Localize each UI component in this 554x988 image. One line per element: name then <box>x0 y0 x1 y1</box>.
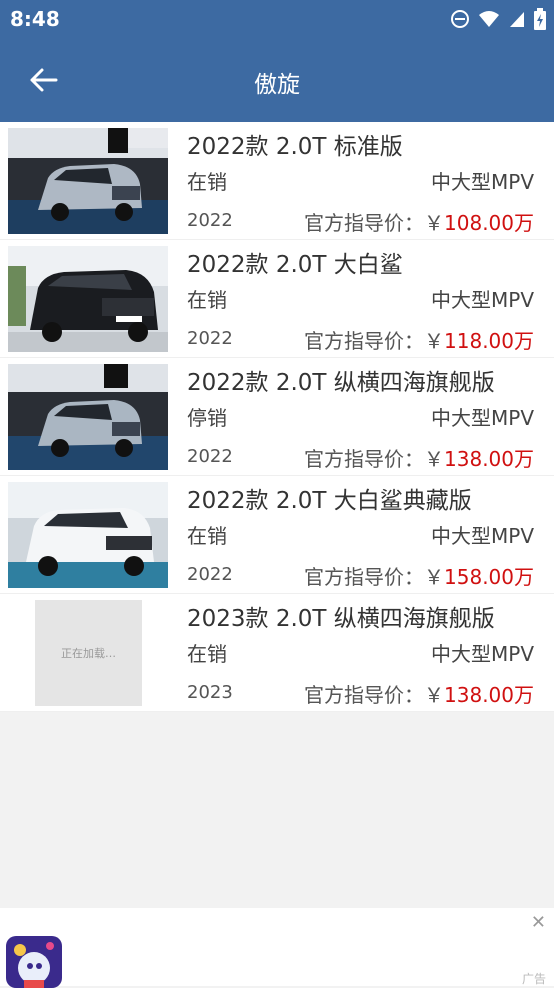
car-list-item[interactable]: 2022款 2.0T 标准版 在销 中大型MPV 2022 官方指导价：￥108… <box>0 122 554 240</box>
guide-price: 官方指导价：￥118.00万 <box>304 325 534 354</box>
car-year: 2022 <box>187 564 233 585</box>
car-list: 2022款 2.0T 标准版 在销 中大型MPV 2022 官方指导价：￥108… <box>0 122 554 712</box>
guide-price: 官方指导价：￥108.00万 <box>304 207 534 236</box>
price-label: 官方指导价：￥ <box>304 211 445 235</box>
price-label: 官方指导价：￥ <box>304 447 445 471</box>
car-year: 2023 <box>187 682 233 703</box>
car-list-item[interactable]: 2022款 2.0T 大白鲨典藏版 在销 中大型MPV 2022 官方指导价：￥… <box>0 476 554 594</box>
do-not-disturb-icon <box>450 9 470 29</box>
price-value: 138.00万 <box>444 447 534 471</box>
car-type: 中大型MPV <box>431 524 534 548</box>
battery-icon <box>534 8 546 30</box>
status-bar: 8:48 <box>0 0 554 38</box>
price-label: 官方指导价：￥ <box>304 565 445 589</box>
price-value: 158.00万 <box>444 565 534 589</box>
car-title: 2022款 2.0T 大白鲨 <box>187 252 403 278</box>
sale-status: 停销 <box>187 406 227 430</box>
wifi-icon <box>478 9 500 29</box>
car-year: 2022 <box>187 446 233 467</box>
close-icon[interactable]: ✕ <box>531 912 546 933</box>
car-type: 中大型MPV <box>431 170 534 194</box>
status-icons <box>450 8 546 30</box>
car-title: 2022款 2.0T 大白鲨典藏版 <box>187 488 472 514</box>
car-thumbnail <box>8 128 168 234</box>
price-value: 138.00万 <box>444 683 534 707</box>
ad-app-icon[interactable] <box>6 936 62 988</box>
car-list-item[interactable]: 2022款 2.0T 大白鲨 在销 中大型MPV 2022 官方指导价：￥118… <box>0 240 554 358</box>
ad-banner[interactable]: ✕ 广告 <box>0 908 554 988</box>
car-title: 2022款 2.0T 标准版 <box>187 134 403 160</box>
car-list-item[interactable]: 2022款 2.0T 纵横四海旗舰版 停销 中大型MPV 2022 官方指导价：… <box>0 358 554 476</box>
ad-label: 广告 <box>521 972 546 986</box>
car-thumbnail <box>8 364 168 470</box>
car-thumbnail <box>8 246 168 352</box>
price-value: 118.00万 <box>444 329 534 353</box>
page-title: 傲旋 <box>254 72 300 98</box>
guide-price: 官方指导价：￥138.00万 <box>304 443 534 472</box>
app-bar: 傲旋 <box>0 38 554 122</box>
car-title: 2023款 2.0T 纵横四海旗舰版 <box>187 606 495 632</box>
price-value: 108.00万 <box>444 211 534 235</box>
guide-price: 官方指导价：￥158.00万 <box>304 561 534 590</box>
car-year: 2022 <box>187 328 233 349</box>
signal-icon <box>508 9 526 29</box>
status-time: 8:48 <box>10 7 60 31</box>
sale-status: 在销 <box>187 288 227 312</box>
price-label: 官方指导价：￥ <box>304 329 445 353</box>
car-type: 中大型MPV <box>431 288 534 312</box>
car-title: 2022款 2.0T 纵横四海旗舰版 <box>187 370 495 396</box>
car-list-item[interactable]: 正在加载… 2023款 2.0T 纵横四海旗舰版 在销 中大型MPV 2023 … <box>0 594 554 712</box>
price-label: 官方指导价：￥ <box>304 683 445 707</box>
guide-price: 官方指导价：￥138.00万 <box>304 679 534 708</box>
car-year: 2022 <box>187 210 233 231</box>
image-loading-placeholder: 正在加载… <box>35 600 142 706</box>
car-thumbnail <box>8 482 168 588</box>
car-type: 中大型MPV <box>431 642 534 666</box>
sale-status: 在销 <box>187 524 227 548</box>
sale-status: 在销 <box>187 642 227 666</box>
sale-status: 在销 <box>187 170 227 194</box>
car-type: 中大型MPV <box>431 406 534 430</box>
